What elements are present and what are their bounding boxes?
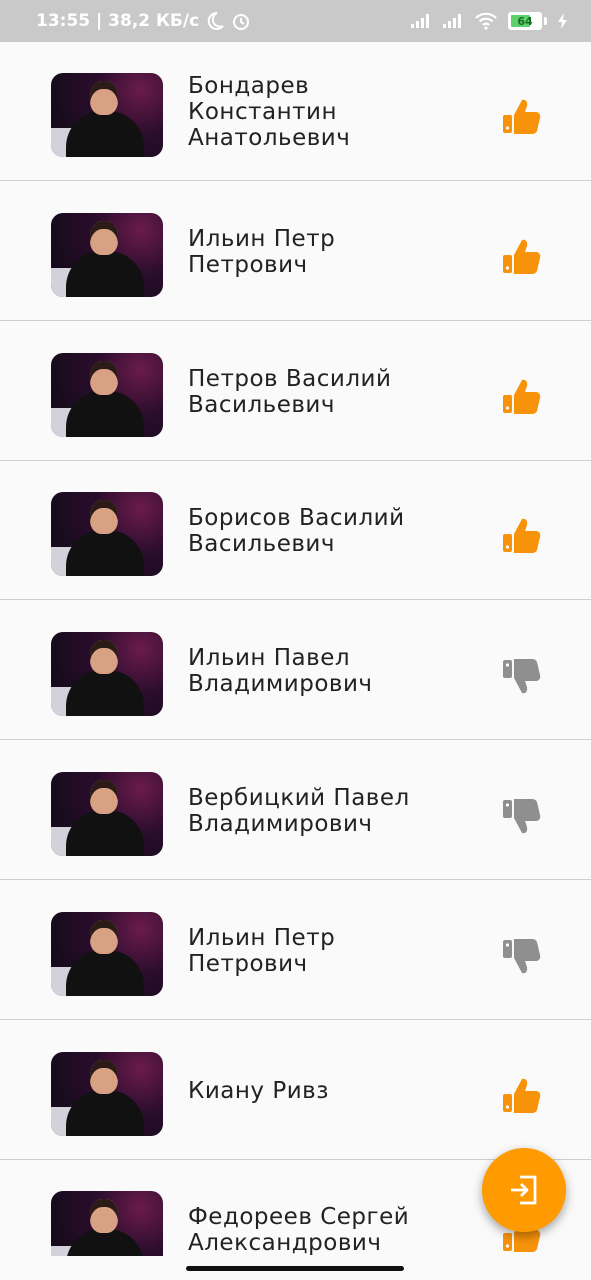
thumbs-up-icon[interactable] [500,236,542,278]
avatar [51,492,163,576]
thumbs-down-icon[interactable] [500,935,542,977]
list-item[interactable]: Бондарев Константин Анатольевич [0,42,591,181]
avatar [51,772,163,856]
thumbs-up-icon[interactable] [500,1075,542,1117]
avatar [51,632,163,716]
gesture-nav-bar[interactable] [186,1266,404,1271]
list-item[interactable]: Ильин Павел Владимирович [0,601,591,740]
status-bar: 13:55 | 38,2 КБ/с 64 [0,0,591,42]
thumbs-up-icon[interactable] [500,515,542,557]
list-item[interactable]: Киану Ривз [0,1021,591,1160]
exit-fab-button[interactable] [482,1148,566,1232]
avatar [51,73,163,157]
person-name: Вербицкий Павел Владимирович [188,784,410,837]
person-name: Киану Ривз [188,1077,329,1104]
battery-percent: 64 [517,14,533,28]
battery-indicator: 64 [508,12,542,30]
avatar [51,353,163,437]
alarm-icon [233,14,250,30]
person-name: Ильин Петр Петрович [188,225,336,278]
list-item[interactable]: Ильин Петр Петрович [0,182,591,321]
person-name: Борисов Василий Васильевич [188,504,405,557]
person-name: Петров Василий Васильевич [188,365,392,418]
avatar [51,1191,163,1256]
person-name: Ильин Петр Петрович [188,924,336,977]
person-name: Бондарев Константин Анатольевич [188,72,351,151]
list-item[interactable]: Ильин Петр Петрович [0,881,591,1020]
thumbs-up-icon[interactable] [500,376,542,418]
signal-icon [411,14,429,28]
exit-icon [511,1175,537,1205]
person-name: Ильин Павел Владимирович [188,644,373,697]
status-time-speed: 13:55 | 38,2 КБ/с [36,11,200,31]
signal-icon [443,14,461,28]
thumbs-down-icon[interactable] [500,655,542,697]
avatar [51,1052,163,1136]
avatar [51,912,163,996]
person-name: Федореев Сергей Александрович [188,1203,410,1256]
list-item[interactable]: Вербицкий Павел Владимирович [0,741,591,880]
avatar [51,213,163,297]
thumbs-up-icon[interactable] [500,96,542,138]
wifi-icon [475,12,497,30]
list-item[interactable]: Петров Василий Васильевич [0,322,591,461]
thumbs-down-icon[interactable] [500,795,542,837]
list-item[interactable]: Борисов Василий Васильевич [0,461,591,600]
moon-icon [208,11,224,30]
charging-icon [558,13,567,29]
people-list[interactable]: Бондарев Константин Анатольевич Ильин Пе… [0,42,591,1256]
